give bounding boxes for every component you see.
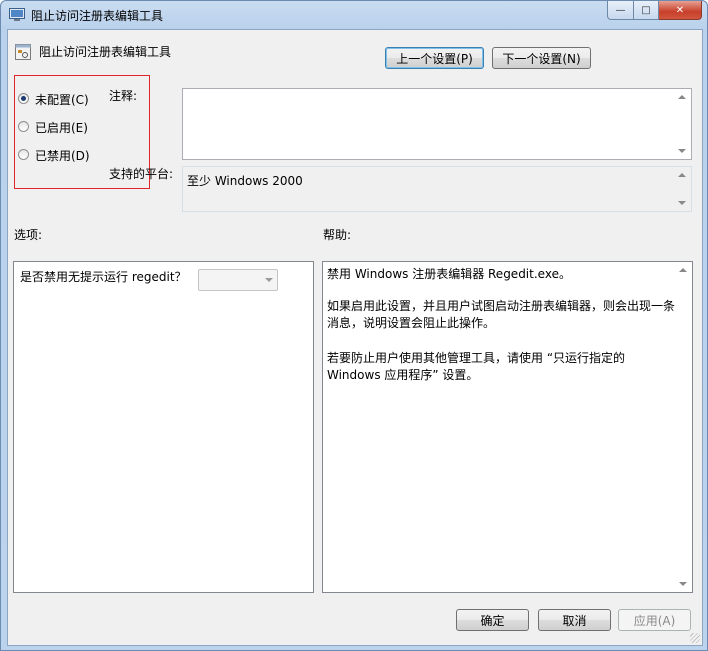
options-panel: 是否禁用无提示运行 regedit？ <box>13 261 314 593</box>
cancel-button[interactable]: 取消 <box>538 609 611 631</box>
policy-app-icon <box>9 8 25 21</box>
maximize-button[interactable]: □ <box>634 1 659 20</box>
help-line: 如果启用此设置，并且用户试图启动注册表编辑器，则会出现一条 <box>327 299 676 313</box>
close-button[interactable]: ✕ <box>659 1 702 20</box>
radio-disabled[interactable] <box>18 149 29 160</box>
previous-setting-button[interactable]: 上一个设置(P) <box>385 47 484 69</box>
close-icon: ✕ <box>675 4 685 16</box>
platform-scrollbar[interactable] <box>674 167 691 211</box>
platform-value: 至少 Windows 2000 <box>187 174 303 188</box>
dialog-window: 阻止访问注册表编辑工具 — □ ✕ 阻止访问注册表编辑工具 上一个设置(P) 下… <box>0 0 708 651</box>
apply-button[interactable]: 应用(A) <box>618 609 691 631</box>
title-bar[interactable]: 阻止访问注册表编辑工具 — □ ✕ <box>1 1 707 29</box>
regedit-option-dropdown[interactable] <box>198 269 278 291</box>
scroll-up-icon[interactable] <box>678 173 686 177</box>
options-label: 选项: <box>14 228 43 242</box>
help-line: 消息，说明设置会阻止此操作。 <box>327 316 496 330</box>
setting-title: 阻止访问注册表编辑工具 <box>39 45 172 59</box>
platform-label: 支持的平台: <box>109 167 174 181</box>
next-setting-button[interactable]: 下一个设置(N) <box>492 47 591 69</box>
resize-grip-icon[interactable] <box>690 633 700 643</box>
chevron-down-icon <box>265 278 273 282</box>
options-prompt: 是否禁用无提示运行 regedit？ <box>20 270 187 284</box>
window-controls: — □ ✕ <box>607 1 702 20</box>
radio-label-enabled[interactable]: 已启用(E) <box>35 119 88 136</box>
platform-field: 至少 Windows 2000 <box>182 166 692 212</box>
policy-setting-icon <box>15 44 31 60</box>
ok-button[interactable]: 确定 <box>456 609 529 631</box>
help-line: 若要防止用户使用其他管理工具，请使用 “只运行指定的 <box>327 351 626 365</box>
radio-enabled[interactable] <box>18 121 29 132</box>
dialog-client-area: 阻止访问注册表编辑工具 上一个设置(P) 下一个设置(N) 未配置(C) 已启用… <box>7 29 703 646</box>
minimize-icon: — <box>615 4 626 16</box>
help-scrollbar[interactable] <box>675 262 692 592</box>
maximize-icon: □ <box>641 4 651 16</box>
window-title: 阻止访问注册表编辑工具 <box>31 9 164 23</box>
help-line: Windows 应用程序” 设置。 <box>327 368 479 382</box>
scroll-up-icon[interactable] <box>679 268 687 272</box>
help-line: 禁用 Windows 注册表编辑器 Regedit.exe。 <box>327 267 571 281</box>
scroll-down-icon[interactable] <box>678 149 686 153</box>
comment-textbox[interactable] <box>182 88 692 160</box>
help-panel: 禁用 Windows 注册表编辑器 Regedit.exe。 如果启用此设置，并… <box>322 261 693 593</box>
scroll-up-icon[interactable] <box>678 95 686 99</box>
minimize-button[interactable]: — <box>607 1 634 20</box>
help-label: 帮助: <box>323 228 352 242</box>
radio-label-not-configured[interactable]: 未配置(C) <box>35 91 89 108</box>
radio-not-configured[interactable] <box>18 93 29 104</box>
scroll-down-icon[interactable] <box>679 582 687 586</box>
comment-label: 注释: <box>109 89 138 103</box>
radio-label-disabled[interactable]: 已禁用(D) <box>35 147 90 164</box>
scroll-down-icon[interactable] <box>678 201 686 205</box>
comment-scrollbar[interactable] <box>674 89 691 159</box>
